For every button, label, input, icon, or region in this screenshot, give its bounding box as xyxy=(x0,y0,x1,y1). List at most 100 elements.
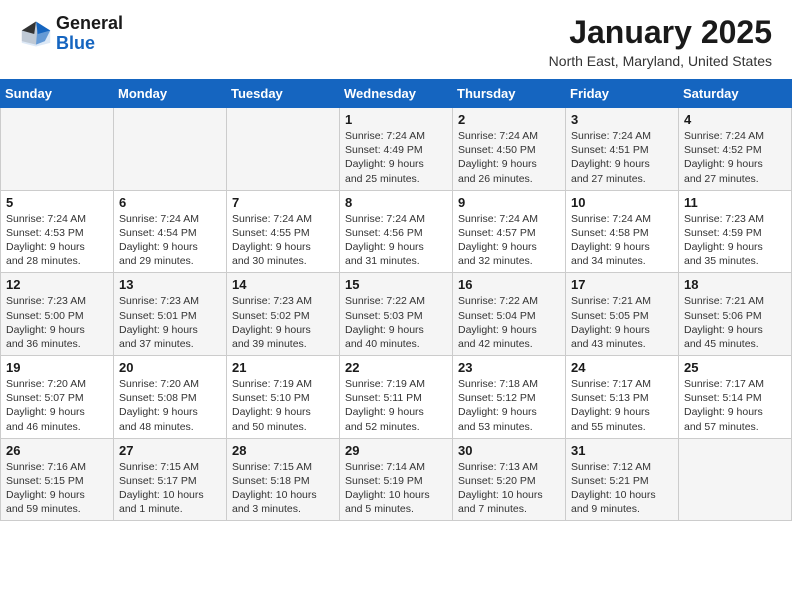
calendar-header-friday: Friday xyxy=(566,80,679,108)
calendar-header-saturday: Saturday xyxy=(679,80,792,108)
calendar-header-monday: Monday xyxy=(114,80,227,108)
location: North East, Maryland, United States xyxy=(549,53,772,69)
day-info: Sunrise: 7:24 AM Sunset: 4:57 PM Dayligh… xyxy=(458,212,560,269)
page: General Blue January 2025 North East, Ma… xyxy=(0,0,792,521)
day-info: Sunrise: 7:12 AM Sunset: 5:21 PM Dayligh… xyxy=(571,460,673,517)
day-info: Sunrise: 7:20 AM Sunset: 5:08 PM Dayligh… xyxy=(119,377,221,434)
calendar-cell: 2 Sunrise: 7:24 AM Sunset: 4:50 PM Daylig… xyxy=(453,108,566,191)
day-number: 1 xyxy=(345,112,447,127)
day-info: Sunrise: 7:23 AM Sunset: 4:59 PM Dayligh… xyxy=(684,212,786,269)
day-info: Sunrise: 7:22 AM Sunset: 5:04 PM Dayligh… xyxy=(458,294,560,351)
day-number: 5 xyxy=(6,195,108,210)
day-number: 19 xyxy=(6,360,108,375)
day-info: Sunrise: 7:18 AM Sunset: 5:12 PM Dayligh… xyxy=(458,377,560,434)
logo-general: General xyxy=(56,14,123,34)
day-number: 27 xyxy=(119,443,221,458)
calendar-cell: 1Sunrise: 7:24 AM Sunset: 4:49 PM Daylig… xyxy=(340,108,453,191)
day-number: 7 xyxy=(232,195,334,210)
calendar-cell: 23 Sunrise: 7:18 AM Sunset: 5:12 PM Dayli… xyxy=(453,356,566,439)
day-number: 30 xyxy=(458,443,560,458)
day-number: 16 xyxy=(458,277,560,292)
day-info: Sunrise: 7:13 AM Sunset: 5:20 PM Dayligh… xyxy=(458,460,560,517)
day-number: 22 xyxy=(345,360,447,375)
day-info: Sunrise: 7:14 AM Sunset: 5:19 PM Dayligh… xyxy=(345,460,447,517)
calendar-cell: 30 Sunrise: 7:13 AM Sunset: 5:20 PM Dayli… xyxy=(453,438,566,521)
logo-text: General Blue xyxy=(56,14,123,54)
calendar-cell: 26Sunrise: 7:16 AM Sunset: 5:15 PM Dayli… xyxy=(1,438,114,521)
day-number: 20 xyxy=(119,360,221,375)
calendar-cell: 14 Sunrise: 7:23 AM Sunset: 5:02 PM Dayli… xyxy=(227,273,340,356)
calendar-week-4: 19 Sunrise: 7:20 AM Sunset: 5:07 PM Dayli… xyxy=(1,356,792,439)
day-info: Sunrise: 7:17 AM Sunset: 5:13 PM Dayligh… xyxy=(571,377,673,434)
calendar-week-2: 5 Sunrise: 7:24 AM Sunset: 4:53 PM Daylig… xyxy=(1,190,792,273)
day-number: 12 xyxy=(6,277,108,292)
calendar-table: SundayMondayTuesdayWednesdayThursdayFrid… xyxy=(0,79,792,521)
calendar-cell: 24 Sunrise: 7:17 AM Sunset: 5:13 PM Dayli… xyxy=(566,356,679,439)
day-number: 31 xyxy=(571,443,673,458)
calendar-cell: 4Sunrise: 7:24 AM Sunset: 4:52 PM Daylig… xyxy=(679,108,792,191)
day-number: 4 xyxy=(684,112,786,127)
calendar-cell xyxy=(227,108,340,191)
calendar-cell: 7Sunrise: 7:24 AM Sunset: 4:55 PM Daylig… xyxy=(227,190,340,273)
logo-blue: Blue xyxy=(56,34,123,54)
logo: General Blue xyxy=(20,14,123,54)
calendar-cell: 25Sunrise: 7:17 AM Sunset: 5:14 PM Dayli… xyxy=(679,356,792,439)
calendar-header-thursday: Thursday xyxy=(453,80,566,108)
calendar-cell: 9Sunrise: 7:24 AM Sunset: 4:57 PM Daylig… xyxy=(453,190,566,273)
day-number: 28 xyxy=(232,443,334,458)
calendar-cell: 16 Sunrise: 7:22 AM Sunset: 5:04 PM Dayli… xyxy=(453,273,566,356)
day-info: Sunrise: 7:21 AM Sunset: 5:06 PM Dayligh… xyxy=(684,294,786,351)
day-info: Sunrise: 7:23 AM Sunset: 5:01 PM Dayligh… xyxy=(119,294,221,351)
day-info: Sunrise: 7:19 AM Sunset: 5:10 PM Dayligh… xyxy=(232,377,334,434)
calendar-cell xyxy=(1,108,114,191)
calendar-week-5: 26Sunrise: 7:16 AM Sunset: 5:15 PM Dayli… xyxy=(1,438,792,521)
calendar-cell: 12 Sunrise: 7:23 AM Sunset: 5:00 PM Dayli… xyxy=(1,273,114,356)
title-block: January 2025 North East, Maryland, Unite… xyxy=(549,14,772,69)
day-number: 2 xyxy=(458,112,560,127)
day-number: 23 xyxy=(458,360,560,375)
day-number: 18 xyxy=(684,277,786,292)
calendar-week-1: 1Sunrise: 7:24 AM Sunset: 4:49 PM Daylig… xyxy=(1,108,792,191)
day-info: Sunrise: 7:15 AM Sunset: 5:18 PM Dayligh… xyxy=(232,460,334,517)
calendar-cell: 29 Sunrise: 7:14 AM Sunset: 5:19 PM Dayli… xyxy=(340,438,453,521)
day-info: Sunrise: 7:23 AM Sunset: 5:00 PM Dayligh… xyxy=(6,294,108,351)
calendar-cell: 5 Sunrise: 7:24 AM Sunset: 4:53 PM Daylig… xyxy=(1,190,114,273)
calendar-cell: 27Sunrise: 7:15 AM Sunset: 5:17 PM Dayli… xyxy=(114,438,227,521)
calendar-cell: 8 Sunrise: 7:24 AM Sunset: 4:56 PM Daylig… xyxy=(340,190,453,273)
month-title: January 2025 xyxy=(549,14,772,51)
calendar-header-wednesday: Wednesday xyxy=(340,80,453,108)
day-number: 14 xyxy=(232,277,334,292)
day-info: Sunrise: 7:22 AM Sunset: 5:03 PM Dayligh… xyxy=(345,294,447,351)
day-info: Sunrise: 7:24 AM Sunset: 4:58 PM Dayligh… xyxy=(571,212,673,269)
calendar-header-row: SundayMondayTuesdayWednesdayThursdayFrid… xyxy=(1,80,792,108)
day-number: 11 xyxy=(684,195,786,210)
calendar-cell: 13Sunrise: 7:23 AM Sunset: 5:01 PM Dayli… xyxy=(114,273,227,356)
day-number: 21 xyxy=(232,360,334,375)
calendar-header-tuesday: Tuesday xyxy=(227,80,340,108)
day-info: Sunrise: 7:21 AM Sunset: 5:05 PM Dayligh… xyxy=(571,294,673,351)
day-info: Sunrise: 7:24 AM Sunset: 4:50 PM Dayligh… xyxy=(458,129,560,186)
day-number: 24 xyxy=(571,360,673,375)
calendar-cell: 28 Sunrise: 7:15 AM Sunset: 5:18 PM Dayli… xyxy=(227,438,340,521)
day-number: 3 xyxy=(571,112,673,127)
day-info: Sunrise: 7:24 AM Sunset: 4:56 PM Dayligh… xyxy=(345,212,447,269)
calendar-cell xyxy=(679,438,792,521)
day-number: 29 xyxy=(345,443,447,458)
header: General Blue January 2025 North East, Ma… xyxy=(0,0,792,75)
day-number: 10 xyxy=(571,195,673,210)
calendar-cell: 10 Sunrise: 7:24 AM Sunset: 4:58 PM Dayli… xyxy=(566,190,679,273)
day-info: Sunrise: 7:19 AM Sunset: 5:11 PM Dayligh… xyxy=(345,377,447,434)
calendar-header-sunday: Sunday xyxy=(1,80,114,108)
day-info: Sunrise: 7:17 AM Sunset: 5:14 PM Dayligh… xyxy=(684,377,786,434)
day-info: Sunrise: 7:24 AM Sunset: 4:51 PM Dayligh… xyxy=(571,129,673,186)
day-number: 17 xyxy=(571,277,673,292)
calendar-cell: 21 Sunrise: 7:19 AM Sunset: 5:10 PM Dayli… xyxy=(227,356,340,439)
day-info: Sunrise: 7:23 AM Sunset: 5:02 PM Dayligh… xyxy=(232,294,334,351)
calendar-cell: 31 Sunrise: 7:12 AM Sunset: 5:21 PM Dayli… xyxy=(566,438,679,521)
day-number: 8 xyxy=(345,195,447,210)
day-info: Sunrise: 7:24 AM Sunset: 4:53 PM Dayligh… xyxy=(6,212,108,269)
day-number: 6 xyxy=(119,195,221,210)
day-info: Sunrise: 7:20 AM Sunset: 5:07 PM Dayligh… xyxy=(6,377,108,434)
calendar-cell: 18 Sunrise: 7:21 AM Sunset: 5:06 PM Dayli… xyxy=(679,273,792,356)
calendar-cell: 17 Sunrise: 7:21 AM Sunset: 5:05 PM Dayli… xyxy=(566,273,679,356)
